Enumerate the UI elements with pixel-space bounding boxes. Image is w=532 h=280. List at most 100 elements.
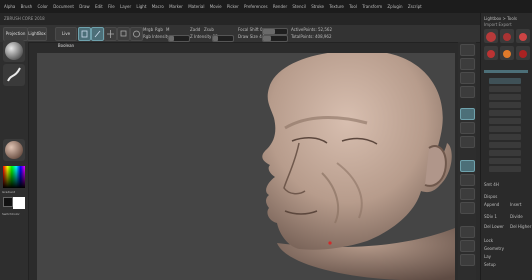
local-button[interactable]: [460, 136, 475, 148]
persp-button[interactable]: [460, 108, 475, 120]
menu-item-document[interactable]: Document: [53, 4, 74, 9]
menu-item-stroke[interactable]: Stroke: [311, 4, 324, 9]
menu-item-zplugin[interactable]: Zplugin: [387, 4, 402, 9]
subtool-row[interactable]: [489, 166, 521, 172]
subtool-row[interactable]: [489, 158, 521, 164]
subtool-row[interactable]: [489, 110, 521, 116]
menu-item-texture[interactable]: Texture: [329, 4, 344, 9]
tool-thumb-6[interactable]: [516, 46, 530, 60]
menu-item-render[interactable]: Render: [273, 4, 287, 9]
menu-item-tool[interactable]: Tool: [349, 4, 357, 9]
menu-item-alpha[interactable]: Alpha: [4, 4, 15, 9]
secondary-color-swatch[interactable]: [3, 197, 13, 207]
lightbox-button[interactable]: LightBox: [27, 27, 47, 41]
del-higher-button[interactable]: Del Higher: [510, 224, 531, 229]
draw-size-slider[interactable]: [262, 35, 288, 42]
tool-thumb-5[interactable]: [500, 46, 514, 60]
tool-panel-subtitle[interactable]: Import Export: [484, 22, 512, 27]
brush-button[interactable]: [3, 40, 25, 62]
subtool-row[interactable]: [489, 86, 521, 92]
transp-button[interactable]: [460, 240, 475, 252]
subtool-row[interactable]: [489, 150, 521, 156]
append-button[interactable]: Append: [484, 202, 499, 207]
frame-button[interactable]: [460, 160, 475, 172]
floor-button[interactable]: [460, 122, 475, 134]
move-button[interactable]: [104, 27, 117, 41]
spix-button[interactable]: [460, 58, 475, 70]
sculpt-head-model[interactable]: [37, 53, 455, 280]
polyf-button[interactable]: [460, 226, 475, 238]
draw-button[interactable]: [91, 27, 104, 41]
tool-thumb-3[interactable]: [516, 29, 530, 43]
layers-item[interactable]: Lay: [484, 254, 491, 259]
menu-item-marker[interactable]: Marker: [169, 4, 183, 9]
sdiv-slider[interactable]: SDiv 1: [484, 214, 497, 219]
rgb-intensity-fill: [169, 36, 174, 41]
menu-item-brush[interactable]: Brush: [21, 4, 33, 9]
subtool-row[interactable]: [489, 142, 521, 148]
tool-thumb-2[interactable]: [500, 29, 514, 43]
menu-item-color[interactable]: Color: [37, 4, 47, 9]
rotate-button[interactable]: [130, 27, 143, 41]
live-boolean-button[interactable]: Live Boolean: [55, 27, 77, 48]
subtool-row[interactable]: [489, 134, 521, 140]
subtool-row[interactable]: [489, 118, 521, 124]
smt-button[interactable]: Smt 4H: [484, 182, 499, 187]
dispos-button[interactable]: Dispos: [484, 194, 497, 199]
main-color-swatch[interactable]: [13, 197, 25, 209]
subtool-row[interactable]: [489, 102, 521, 108]
edit-mode-button[interactable]: [78, 27, 91, 41]
focal-shift-slider[interactable]: [262, 28, 288, 35]
rgb-toggle[interactable]: Rgb: [155, 27, 163, 33]
menu-item-macro[interactable]: Macro: [152, 4, 164, 9]
scale-button[interactable]: [117, 27, 130, 41]
material-button[interactable]: [3, 139, 25, 161]
menu-item-zscript[interactable]: Zscript: [408, 4, 422, 9]
switch-color-label[interactable]: SwitchColor: [2, 211, 20, 217]
menu-item-draw[interactable]: Draw: [79, 4, 89, 9]
menu-item-edit[interactable]: Edit: [95, 4, 103, 9]
menu-item-movie[interactable]: Movie: [210, 4, 222, 9]
zoom-view-button[interactable]: [460, 188, 475, 200]
insert-button[interactable]: Insert: [510, 202, 521, 207]
lock-item[interactable]: Lock: [484, 238, 493, 243]
zsub-toggle[interactable]: Zsub: [204, 27, 214, 33]
solo-button[interactable]: [460, 254, 475, 266]
zadd-toggle[interactable]: Zadd: [190, 27, 200, 33]
mrgb-toggle[interactable]: Mrgb: [143, 27, 153, 33]
brush-thumbnail-icon: [519, 33, 527, 41]
geometry-item[interactable]: Geometry: [484, 246, 504, 251]
subtool-row[interactable]: [489, 126, 521, 132]
z-intensity-slider[interactable]: [212, 35, 234, 42]
actual-button[interactable]: [460, 86, 475, 98]
menu-item-preferences[interactable]: Preferences: [244, 4, 268, 9]
menu-item-file[interactable]: File: [108, 4, 115, 9]
menu-item-transform[interactable]: Transform: [362, 4, 382, 9]
color-picker[interactable]: [3, 166, 25, 188]
m-toggle[interactable]: M: [166, 27, 169, 33]
bpr-button[interactable]: [460, 44, 475, 56]
rgb-intensity-slider[interactable]: [168, 35, 190, 42]
viewport-canvas[interactable]: [37, 53, 455, 280]
zoom-button[interactable]: [460, 72, 475, 84]
divide-button[interactable]: Divide: [510, 214, 523, 219]
menu-item-layer[interactable]: Layer: [120, 4, 131, 9]
rotate-view-button[interactable]: [460, 202, 475, 214]
menu-item-material[interactable]: Material: [188, 4, 204, 9]
subtool-row[interactable]: [489, 94, 521, 100]
stroke-button[interactable]: [3, 64, 25, 86]
subtool-row-active[interactable]: [489, 78, 521, 84]
shape-thumbnail-icon: [519, 50, 527, 58]
gear-thumbnail-icon: [503, 50, 511, 58]
projection-master-button[interactable]: Projection Master: [3, 27, 28, 48]
setup-item[interactable]: Setup: [484, 262, 496, 267]
move-view-button[interactable]: [460, 174, 475, 186]
draw-size-label: Draw Size 44: [238, 34, 265, 39]
menu-item-stencil[interactable]: Stencil: [292, 4, 306, 9]
del-lower-button[interactable]: Del Lower: [484, 224, 504, 229]
menu-item-light[interactable]: Light: [136, 4, 146, 9]
tool-thumb-4[interactable]: [484, 46, 498, 60]
menu-item-picker[interactable]: Picker: [227, 4, 239, 9]
gradient-label[interactable]: Gradient: [2, 189, 15, 195]
tool-thumb-1[interactable]: [484, 29, 498, 43]
